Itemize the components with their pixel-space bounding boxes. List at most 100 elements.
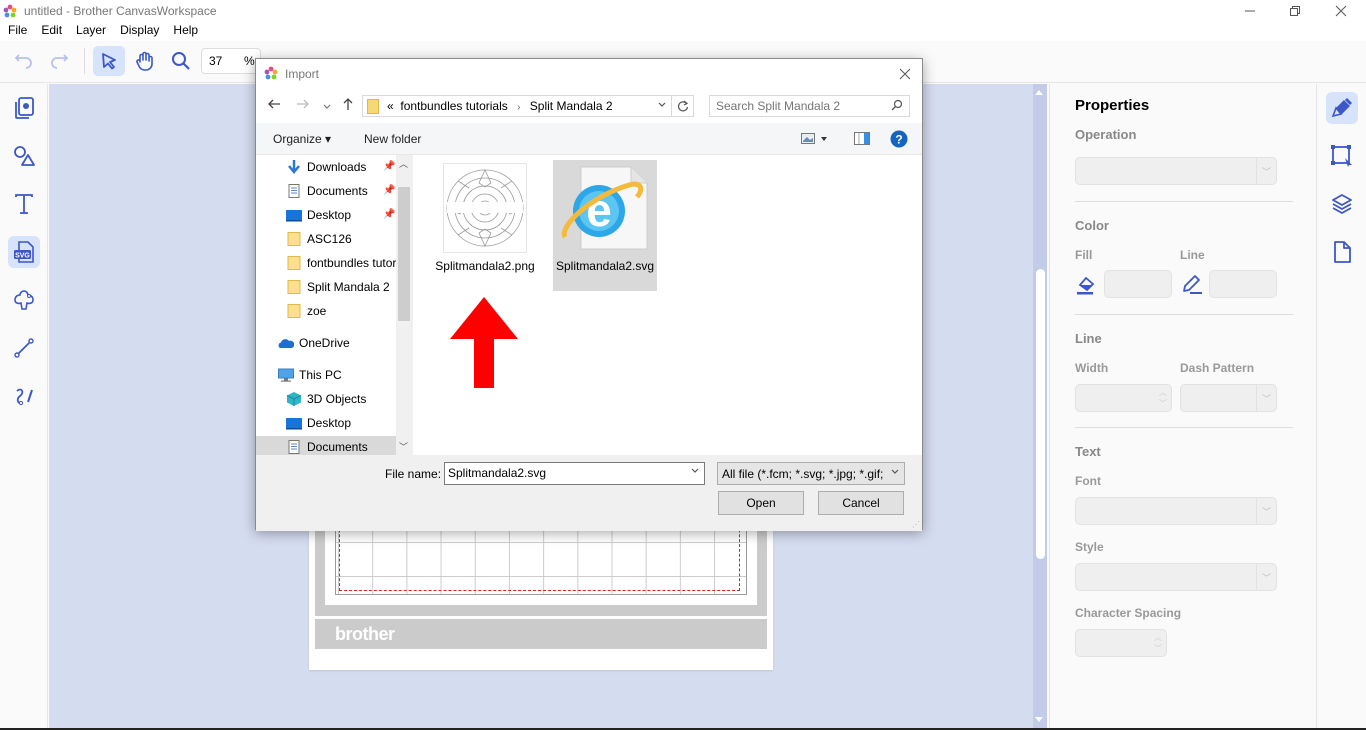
preview-pane-icon — [854, 132, 870, 145]
preview-pane-button[interactable] — [854, 132, 870, 148]
breadcrumb-overflow[interactable]: « — [387, 99, 394, 113]
character-spacing-stepper[interactable]: ︿ ﹀ — [1075, 629, 1167, 657]
file-type-select[interactable]: All file (*.fcm; *.svg; *.jpg; *.gif; — [717, 462, 905, 485]
font-select[interactable]: ﹀ — [1075, 497, 1277, 525]
address-dropdown-button[interactable] — [657, 100, 667, 113]
nav-item-label: 3D Objects — [307, 392, 367, 406]
open-button[interactable]: Open — [718, 491, 804, 515]
menu-file[interactable]: File — [1, 22, 34, 41]
style-label: Style — [1075, 540, 1104, 554]
file-item-splitmandala2-png[interactable]: Splitmandala2.png — [433, 160, 537, 291]
pan-tool-button[interactable] — [129, 46, 161, 76]
fill-color-field[interactable] — [1104, 270, 1172, 298]
chevron-down-icon[interactable] — [690, 466, 700, 479]
layers-tab[interactable] — [1326, 188, 1358, 220]
navigation-pane-scrollbar[interactable]: ︿ ﹀ — [396, 155, 412, 455]
help-button[interactable]: ? — [890, 130, 908, 151]
nav-item-this-pc[interactable]: This PC — [278, 364, 396, 386]
tool-artwork-gallery[interactable] — [8, 92, 40, 124]
nav-item-onedrive[interactable]: OneDrive — [278, 332, 396, 354]
minimize-button[interactable] — [1227, 0, 1273, 22]
breadcrumb-item[interactable]: fontbundles tutorials — [400, 99, 507, 113]
desktop-icon — [286, 210, 302, 222]
nav-item-label: ASC126 — [307, 232, 352, 246]
chevron-down-icon — [658, 102, 666, 107]
tool-patterns[interactable] — [8, 284, 40, 316]
cancel-button[interactable]: Cancel — [818, 491, 904, 515]
tool-line[interactable] — [8, 332, 40, 364]
zoom-tool-button[interactable] — [165, 46, 197, 76]
undo-icon — [14, 54, 32, 69]
nav-item-fontbundles-tutorials[interactable]: fontbundles tutorials — [286, 252, 396, 274]
search-box[interactable] — [709, 95, 910, 117]
line-color-field[interactable] — [1209, 270, 1277, 298]
spinner-arrows-icon[interactable]: ︿ ﹀ — [1159, 387, 1167, 409]
select-tool-button[interactable] — [93, 46, 125, 76]
tool-freehand[interactable] — [8, 380, 40, 412]
search-input[interactable] — [716, 98, 886, 114]
menu-edit[interactable]: Edit — [34, 22, 69, 41]
back-button[interactable] — [267, 97, 281, 114]
scroll-down-arrow[interactable] — [1035, 717, 1043, 722]
pencil-icon[interactable] — [1181, 273, 1203, 295]
file-name-combobox[interactable] — [444, 462, 705, 485]
refresh-button[interactable] — [671, 96, 693, 116]
scroll-thumb[interactable] — [1036, 269, 1045, 559]
menu-layer[interactable]: Layer — [69, 22, 113, 41]
nav-item-3d-objects[interactable]: 3D Objects — [286, 388, 396, 410]
scroll-up-arrow[interactable]: ︿ — [399, 157, 408, 170]
restore-button[interactable] — [1272, 0, 1318, 22]
forward-button[interactable] — [296, 97, 310, 114]
organize-menu[interactable]: Organize ▾ — [273, 132, 331, 146]
nav-item-desktop-pc[interactable]: Desktop — [286, 412, 396, 434]
left-tool-rail: SVG — [0, 84, 48, 730]
tool-shapes[interactable] — [8, 140, 40, 172]
tool-text[interactable] — [8, 188, 40, 220]
breadcrumb-item[interactable]: Split Mandala 2 — [530, 99, 613, 113]
nav-item-zoe[interactable]: zoe — [286, 300, 396, 322]
dash-pattern-select[interactable]: ﹀ — [1180, 384, 1277, 412]
up-button[interactable] — [341, 97, 355, 114]
address-bar[interactable]: « fontbundles tutorials › Split Mandala … — [362, 95, 694, 117]
new-folder-button[interactable]: New folder — [364, 132, 421, 146]
zoom-level-input[interactable]: 37 % — [201, 48, 261, 74]
canvas-vertical-scrollbar[interactable] — [1033, 84, 1047, 728]
nav-item-desktop[interactable]: Desktop — [286, 204, 396, 226]
dialog-close-button[interactable] — [894, 63, 916, 85]
redo-button[interactable] — [43, 46, 75, 76]
line-width-stepper[interactable]: ︿ ﹀ — [1075, 384, 1172, 412]
chevron-down-icon: ﹀ — [1256, 564, 1276, 590]
nav-item-downloads[interactable]: Downloads — [286, 156, 396, 178]
style-select[interactable]: ﹀ — [1075, 563, 1277, 591]
pointer-icon — [102, 53, 116, 70]
recent-locations-button[interactable] — [322, 99, 332, 115]
nav-item-split-mandala-2[interactable]: Split Mandala 2 — [286, 276, 396, 298]
change-view-button[interactable] — [801, 133, 829, 148]
scroll-thumb[interactable] — [398, 187, 410, 321]
close-icon — [1335, 5, 1347, 17]
close-button[interactable] — [1318, 0, 1364, 22]
undo-button[interactable] — [8, 46, 40, 76]
menu-display[interactable]: Display — [113, 22, 166, 41]
operation-select[interactable]: ﹀ — [1075, 157, 1277, 185]
command-bar: Organize ▾ New folder ? — [256, 123, 922, 155]
freehand-icon — [16, 388, 33, 406]
nav-item-documents[interactable]: Documents — [286, 180, 396, 202]
transform-tab[interactable] — [1326, 140, 1358, 172]
title-bar: untitled - Brother CanvasWorkspace — [0, 0, 1366, 22]
file-name-input[interactable] — [448, 466, 678, 480]
spinner-arrows-icon[interactable]: ︿ ﹀ — [1154, 632, 1162, 654]
nav-item-asc126[interactable]: ASC126 — [286, 228, 396, 250]
properties-title: Properties — [1075, 97, 1150, 114]
page-tab[interactable] — [1326, 236, 1358, 268]
search-icon[interactable] — [891, 99, 903, 114]
file-item-splitmandala2-svg[interactable]: e Splitmandala2.svg — [553, 160, 657, 291]
menu-help[interactable]: Help — [166, 22, 205, 41]
tool-import-svg[interactable]: SVG — [8, 236, 40, 268]
scroll-up-arrow[interactable] — [1035, 90, 1043, 95]
toolbar-divider — [84, 48, 85, 74]
fill-bucket-icon[interactable] — [1076, 273, 1098, 295]
resize-grip-icon[interactable]: ⋰ — [912, 520, 920, 529]
properties-tab[interactable] — [1326, 92, 1358, 124]
scroll-down-arrow[interactable]: ﹀ — [399, 440, 408, 453]
